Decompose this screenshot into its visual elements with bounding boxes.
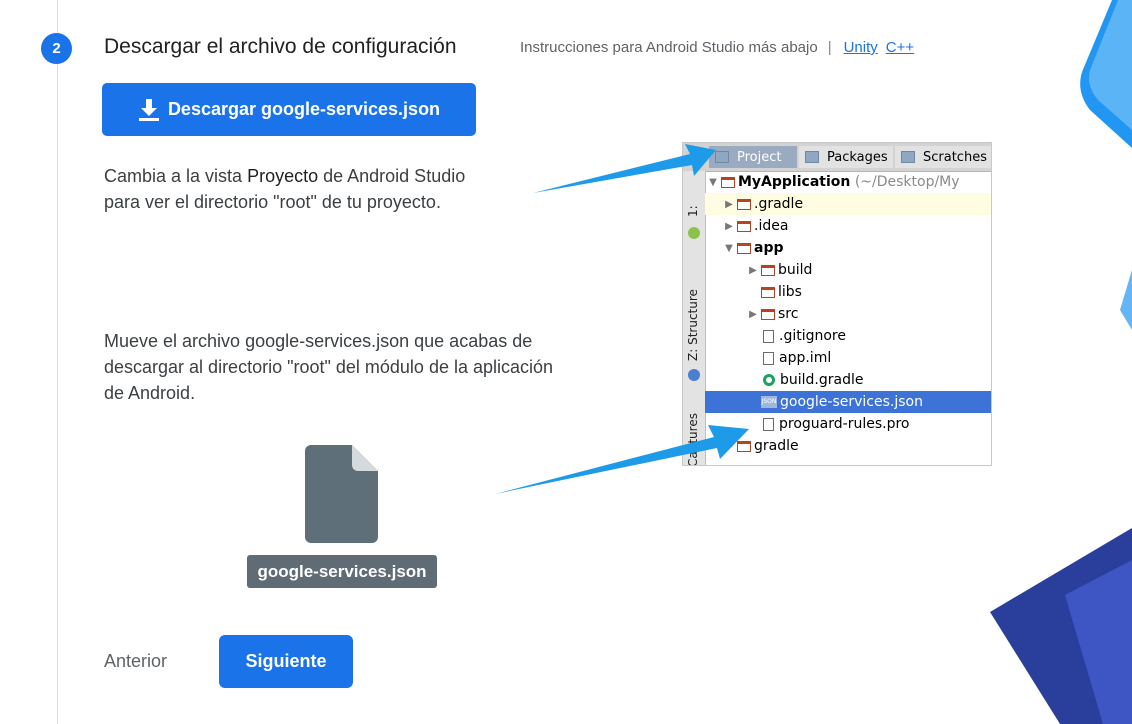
subtitle-separator: | [827, 39, 832, 56]
tree-row-proguard: proguard-rules.pro [705, 413, 991, 435]
cpp-link[interactable]: C++ [886, 39, 914, 56]
module-folder-icon [737, 242, 751, 254]
instruction-1-before: Cambia a la vista [104, 166, 248, 186]
tab-scratches: Scratches [895, 146, 991, 168]
tab-packages: Packages [799, 146, 893, 168]
tree-row-idea: ▶ .idea [705, 215, 991, 237]
tree-gradle: gradle [754, 438, 799, 454]
download-button-label: Descargar google-services.json [167, 99, 441, 119]
download-icon [138, 98, 159, 121]
instruction-project-view: Cambia a la vista Proyecto de Android St… [104, 163, 474, 215]
instruction-move-file: Mueve el archivo google-services.json qu… [104, 331, 554, 403]
tree-row-libs: libs [705, 281, 991, 303]
json-file-icon: JSON [761, 396, 777, 408]
tree-gitignore: .gitignore [779, 328, 846, 344]
expanded-triangle-icon: ▼ [725, 242, 733, 254]
tree-row-gitignore: .gitignore [705, 325, 991, 347]
tree-row-app-iml: app.iml [705, 347, 991, 369]
folder-icon [737, 440, 751, 452]
folder-icon [737, 198, 751, 210]
step-rail [57, 0, 58, 724]
side-label-structure: Z: Structure [686, 289, 700, 361]
tab-project: Project [709, 146, 797, 168]
tree-src: src [778, 306, 799, 322]
step-number-badge: 2 [41, 33, 72, 64]
gradle-file-icon [763, 374, 775, 386]
side-label-1: 1: [686, 205, 700, 217]
collapsed-triangle-icon: ▶ [725, 440, 733, 452]
tree-proguard: proguard-rules.pro [779, 416, 910, 432]
step-title: Descargar el archivo de configuración [104, 35, 457, 58]
tree-google-services: google-services.json [780, 394, 923, 410]
tree-row-src: ▶ src [705, 303, 991, 325]
folder-icon [737, 220, 751, 232]
tree-row-build: ▶ build [705, 259, 991, 281]
download-config-button[interactable]: Descargar google-services.json [102, 83, 476, 136]
folder-icon [761, 286, 775, 298]
tree-root-path: (~/Desktop/My [854, 174, 960, 190]
tree-row-build-gradle: build.gradle [705, 369, 991, 391]
corner-shape-right [1120, 270, 1132, 330]
tree-app-iml: app.iml [779, 350, 832, 366]
unity-link[interactable]: Unity [844, 39, 878, 56]
android-icon [688, 227, 700, 239]
tree-app: app [754, 240, 784, 256]
project-tab-icon [715, 151, 729, 163]
tree-build-gradle: build.gradle [780, 372, 864, 388]
next-button[interactable]: Siguiente [219, 635, 353, 688]
side-label-captures: Captures [686, 413, 700, 466]
folder-icon [761, 264, 775, 276]
text-file-icon [763, 417, 774, 431]
file-icon[interactable] [305, 445, 378, 543]
collapsed-triangle-icon: ▶ [725, 198, 733, 210]
tree-row-app: ▼ app [705, 237, 991, 259]
ide-tab-bar: Project Packages Scratches [683, 143, 991, 172]
text-file-icon [763, 329, 774, 343]
scratches-tab-icon [901, 151, 915, 163]
ide-side-panel: 1: Z: Structure Captures [683, 171, 706, 466]
file-name-badge[interactable]: google-services.json [247, 555, 437, 588]
tree-idea: .idea [754, 218, 789, 234]
tab-packages-label: Packages [827, 149, 888, 165]
folder-icon [761, 308, 775, 320]
iml-file-icon [763, 351, 774, 365]
tree-build: build [778, 262, 813, 278]
android-studio-screenshot: Project Packages Scratches 1: Z: Structu… [682, 142, 992, 466]
tree-row-root: ▼ MyApplication (~/Desktop/My [705, 171, 991, 193]
tree-row-dot-gradle: ▶ .gradle [705, 193, 991, 215]
corner-shape-bottom [990, 528, 1132, 724]
tree-row-gradle: ▶ gradle [705, 435, 991, 457]
step-subtitle: Instrucciones para Android Studio más ab… [520, 39, 914, 56]
collapsed-triangle-icon: ▶ [749, 264, 757, 276]
expanded-triangle-icon: ▼ [709, 176, 717, 188]
step-subtitle-text: Instrucciones para Android Studio más ab… [520, 39, 818, 56]
packages-tab-icon [805, 151, 819, 163]
previous-button[interactable]: Anterior [104, 651, 167, 672]
tab-project-label: Project [737, 149, 782, 165]
instruction-1-bold: Proyecto [247, 166, 319, 186]
structure-icon [688, 369, 700, 381]
tab-scratches-label: Scratches [923, 149, 987, 165]
module-folder-icon [721, 176, 735, 188]
project-tree: ▼ MyApplication (~/Desktop/My ▶ .gradle … [705, 171, 991, 465]
corner-shape-top [1080, 0, 1132, 148]
collapsed-triangle-icon: ▶ [725, 220, 733, 232]
collapsed-triangle-icon: ▶ [749, 308, 757, 320]
tree-libs: libs [778, 284, 802, 300]
tree-dot-gradle: .gradle [754, 196, 804, 212]
tree-row-google-services: JSON google-services.json [705, 391, 991, 413]
tree-root-name: MyApplication [738, 174, 851, 190]
